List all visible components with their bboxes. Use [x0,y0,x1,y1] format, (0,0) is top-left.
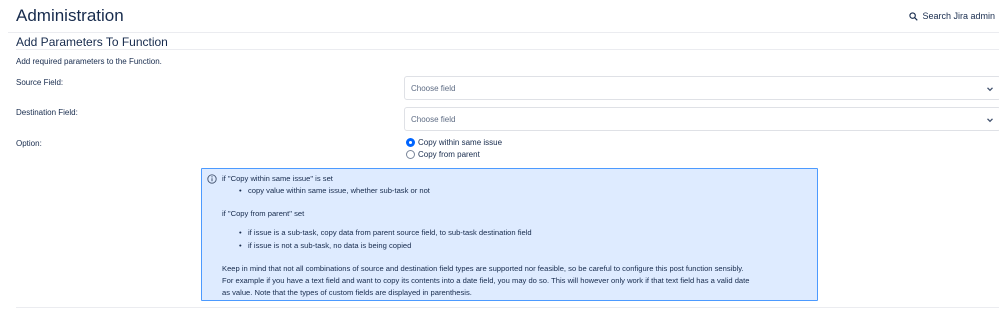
radio-button-unchecked[interactable] [406,150,415,159]
section-description: Add required parameters to the Function. [16,57,162,66]
info-note-line: as value. Note that the types of custom … [222,288,472,297]
search-icon [909,11,919,21]
radio-button-checked[interactable] [406,138,415,147]
page-title: Administration [16,6,124,25]
info-icon [207,174,217,184]
info-line-copy-from-parent: if "Copy from parent" set [222,209,305,218]
section-title: Add Parameters To Function [16,35,168,49]
header-divider [8,32,999,33]
option-label: Option: [16,139,42,148]
source-field-placeholder: Choose field [411,84,456,93]
search-jira-admin-link[interactable]: Search Jira admin [909,11,995,21]
info-bullet: if issue is a sub-task, copy data from p… [239,228,532,237]
info-bullet: if issue is not a sub-task, no data is b… [239,241,411,250]
info-line-copy-within: if "Copy within same issue" is set [222,174,333,183]
chevron-down-icon [987,118,993,123]
footer-divider [16,307,999,308]
destination-field-label: Destination Field: [16,108,78,117]
section-divider [16,49,999,50]
source-field-select[interactable]: Choose field [404,76,999,100]
source-field-label: Source Field: [16,78,64,87]
destination-field-select[interactable]: Choose field [404,107,999,131]
info-panel: if "Copy within same issue" is set copy … [201,168,818,301]
info-bullet: copy value within same issue, whether su… [239,186,430,195]
chevron-down-icon [987,87,993,92]
radio-copy-within-same-issue[interactable]: Copy within same issue [406,138,502,147]
search-jira-admin-label: Search Jira admin [922,11,995,21]
destination-field-placeholder: Choose field [411,115,456,124]
radio-label: Copy within same issue [418,138,503,147]
radio-copy-from-parent[interactable]: Copy from parent [406,150,480,159]
info-note-line: Keep in mind that not all combinations o… [222,264,744,273]
radio-label: Copy from parent [418,150,480,159]
top-bar: Administration Search Jira admin [0,0,999,32]
info-note-line: For example if you have a text field and… [222,276,750,285]
